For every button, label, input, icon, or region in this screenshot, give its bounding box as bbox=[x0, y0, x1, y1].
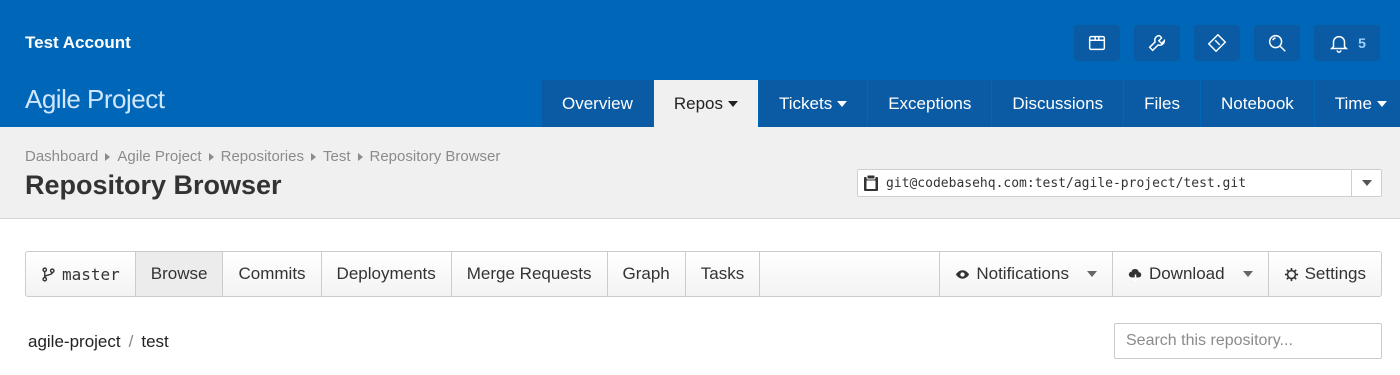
tab-commits[interactable]: Commits bbox=[223, 252, 322, 296]
settings-button[interactable]: Settings bbox=[1269, 252, 1381, 296]
breadcrumb-project[interactable]: Agile Project bbox=[117, 148, 201, 165]
download-dropdown[interactable]: Download bbox=[1113, 252, 1269, 296]
subheader: Dashboard Agile Project Repositories Tes… bbox=[0, 127, 1400, 219]
breadcrumb-dashboard[interactable]: Dashboard bbox=[25, 148, 98, 165]
breadcrumb-arrow-icon bbox=[310, 152, 316, 161]
tab-deployments[interactable]: Deployments bbox=[322, 252, 452, 296]
breadcrumb: Dashboard Agile Project Repositories Tes… bbox=[25, 148, 500, 165]
path-repo[interactable]: agile-project bbox=[28, 332, 121, 352]
tab-tasks[interactable]: Tasks bbox=[686, 252, 761, 296]
gear-icon bbox=[1284, 267, 1298, 281]
caret-down-icon bbox=[1376, 100, 1387, 107]
tab-merge-requests[interactable]: Merge Requests bbox=[452, 252, 608, 296]
clone-url-dropdown[interactable] bbox=[1351, 170, 1381, 196]
clipboard-icon[interactable] bbox=[858, 170, 884, 196]
nav-discussions[interactable]: Discussions bbox=[991, 80, 1124, 127]
nav-files[interactable]: Files bbox=[1123, 80, 1200, 127]
breadcrumb-arrow-icon bbox=[357, 152, 363, 161]
notifications-button[interactable]: 5 bbox=[1314, 25, 1380, 61]
clone-url-box: git@codebasehq.com:test/agile-project/te… bbox=[857, 169, 1382, 197]
clone-url-text[interactable]: git@codebasehq.com:test/agile-project/te… bbox=[884, 176, 1351, 191]
notification-count: 5 bbox=[1358, 35, 1366, 51]
header-icon-bar: 5 bbox=[1074, 25, 1380, 61]
nav-repos[interactable]: Repos bbox=[652, 80, 758, 127]
cloud-download-icon bbox=[1128, 268, 1142, 282]
breadcrumb-arrow-icon bbox=[105, 152, 111, 161]
notifications-dropdown[interactable]: Notifications bbox=[940, 252, 1113, 296]
repo-search-input[interactable] bbox=[1114, 323, 1382, 359]
page-title: Repository Browser bbox=[25, 170, 282, 200]
ticket-icon[interactable] bbox=[1194, 25, 1240, 61]
breadcrumb-repo[interactable]: Test bbox=[323, 148, 351, 165]
project-name[interactable]: Agile Project bbox=[25, 84, 165, 115]
toolbar-spacer bbox=[760, 252, 941, 296]
nav-tickets[interactable]: Tickets bbox=[758, 80, 868, 127]
tab-graph[interactable]: Graph bbox=[608, 252, 686, 296]
branch-icon bbox=[42, 266, 55, 282]
nav-time[interactable]: Time bbox=[1313, 80, 1400, 127]
eye-icon bbox=[956, 269, 970, 279]
branch-selector[interactable]: master bbox=[26, 252, 136, 296]
account-name[interactable]: Test Account bbox=[25, 33, 131, 53]
caret-down-icon bbox=[728, 100, 738, 107]
breadcrumb-current: Repository Browser bbox=[369, 148, 501, 165]
breadcrumb-arrow-icon bbox=[208, 152, 214, 161]
box-icon[interactable] bbox=[1074, 25, 1120, 61]
top-header: Test Account 5 Agile Project Overview Re… bbox=[0, 0, 1400, 127]
search-icon[interactable] bbox=[1254, 25, 1300, 61]
caret-down-icon bbox=[1361, 180, 1372, 186]
bell-icon bbox=[1329, 35, 1349, 53]
nav-exceptions[interactable]: Exceptions bbox=[867, 80, 992, 127]
caret-down-icon bbox=[837, 100, 848, 107]
breadcrumb-repositories[interactable]: Repositories bbox=[221, 148, 304, 165]
main-nav: Overview Repos Tickets Exceptions Discus… bbox=[541, 80, 1400, 127]
nav-overview[interactable]: Overview bbox=[541, 80, 653, 127]
repo-toolbar: master Browse Commits Deployments Merge … bbox=[25, 251, 1382, 297]
repo-path: agile-project / test bbox=[28, 332, 169, 352]
caret-down-icon bbox=[1242, 271, 1253, 277]
path-separator: / bbox=[128, 332, 134, 351]
path-name: test bbox=[141, 332, 169, 351]
tab-browse[interactable]: Browse bbox=[135, 252, 224, 296]
nav-notebook[interactable]: Notebook bbox=[1200, 80, 1314, 127]
wrench-icon[interactable] bbox=[1134, 25, 1180, 61]
caret-down-icon bbox=[1086, 271, 1097, 277]
